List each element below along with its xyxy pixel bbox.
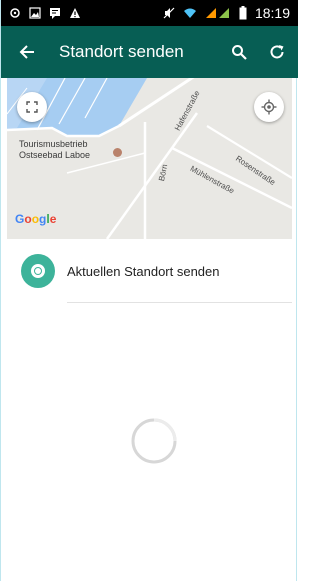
divider: [67, 302, 292, 303]
signal-icon: [205, 7, 231, 19]
image-icon: [29, 7, 41, 19]
poi-label-line2: Ostseebad Laboe: [19, 150, 91, 160]
location-dot-icon: [21, 254, 55, 288]
status-bar: 18:19: [1, 0, 298, 26]
poi-label-line1: Tourismusbetrieb: [19, 139, 88, 149]
poi-label: Tourismusbetrieb Ostseebad Laboe: [19, 139, 90, 161]
my-location-button[interactable]: [254, 92, 284, 122]
map-preview[interactable]: Tourismusbetrieb Ostseebad Laboe Hafenst…: [7, 78, 292, 239]
warning-icon: [69, 7, 81, 19]
fullscreen-map-button[interactable]: [17, 92, 47, 122]
status-time: 18:19: [254, 5, 290, 21]
back-arrow-icon[interactable]: [9, 34, 45, 70]
location-dot-center: [35, 268, 41, 274]
location-icon: [9, 7, 21, 19]
battery-icon: [239, 6, 247, 20]
search-icon[interactable]: [228, 41, 250, 63]
page-title: Standort senden: [59, 42, 184, 61]
mute-icon: [163, 7, 175, 19]
send-location-label: Aktuellen Standort senden: [67, 263, 220, 279]
app-actions: [228, 41, 288, 63]
google-logo: Google: [15, 212, 57, 226]
wifi-icon: [183, 7, 197, 19]
loading-spinner: [129, 416, 179, 466]
location-dot-ring: [31, 264, 45, 278]
status-left: [9, 7, 81, 19]
refresh-icon[interactable]: [266, 41, 288, 63]
status-right: 18:19: [163, 5, 290, 21]
send-current-location-item[interactable]: Aktuellen Standort senden: [7, 240, 292, 302]
message-icon: [49, 7, 61, 19]
app-bar: Standort senden: [1, 26, 298, 78]
crosshair-icon: [261, 99, 277, 115]
screen-frame: 18:19 Standort senden Tourismusbetrieb O…: [0, 0, 298, 581]
poi-marker-icon[interactable]: [113, 148, 122, 157]
fullscreen-icon: [26, 101, 38, 113]
